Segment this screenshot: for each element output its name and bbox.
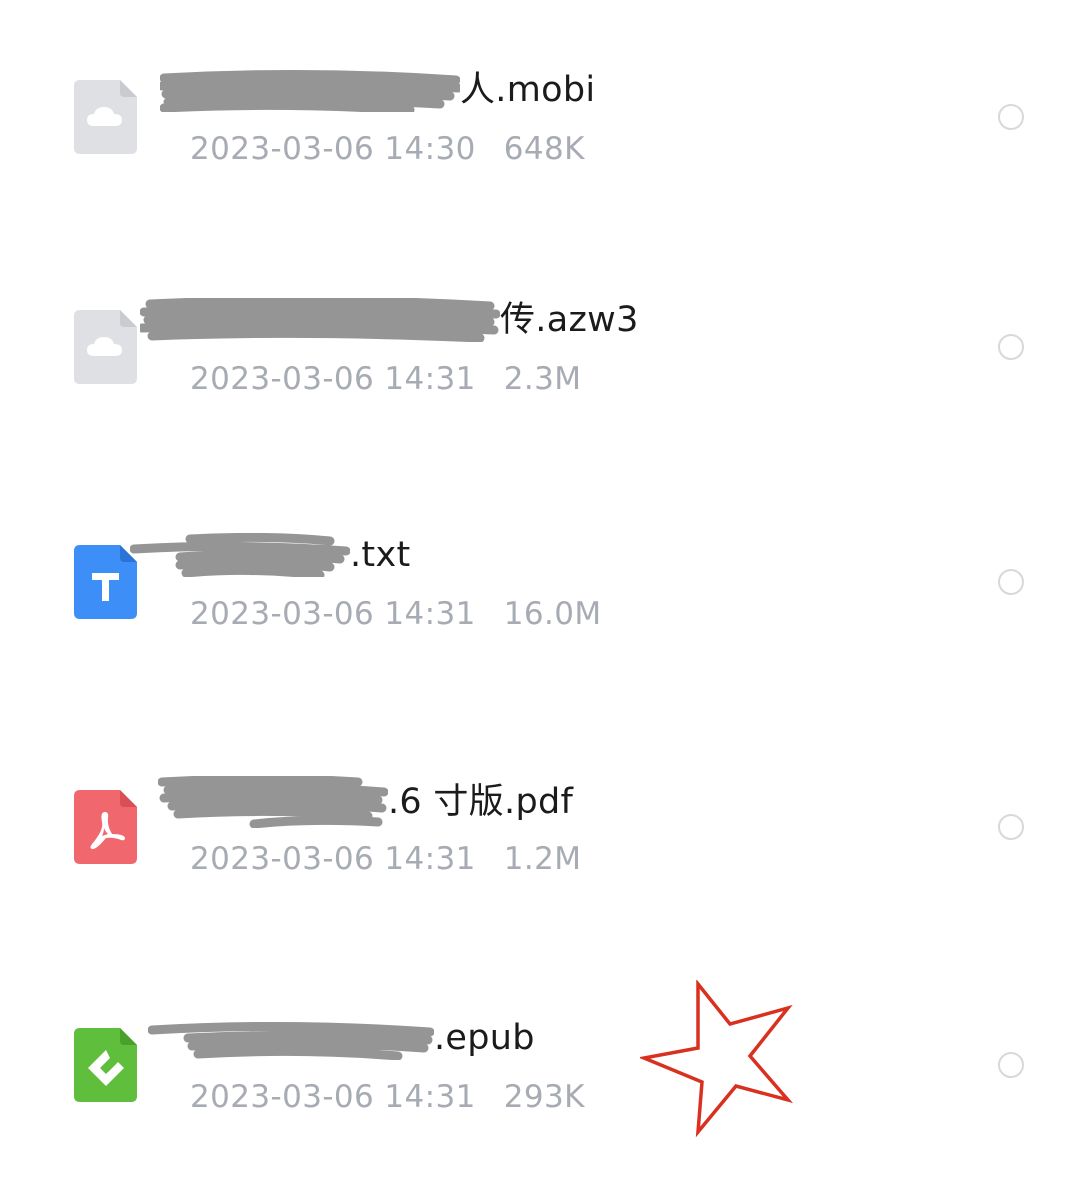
file-size: 16.0M: [503, 596, 602, 632]
file-row[interactable]: 人.mobi 2023-03-06 14:30 648K: [0, 50, 1080, 190]
file-date: 2023-03-06 14:31: [190, 596, 476, 632]
pdf-file-icon: [74, 790, 137, 864]
file-name-text: .6 寸版.pdf: [388, 782, 574, 822]
file-size: 293K: [503, 1079, 585, 1115]
file-name-text: .epub: [434, 1017, 535, 1058]
file-list: 人.mobi 2023-03-06 14:30 648K 传.azw3 2023-…: [0, 0, 1080, 1179]
file-name: .txt: [130, 531, 411, 577]
cloud-file-icon: [74, 80, 137, 154]
file-date: 2023-03-06 14:31: [190, 841, 476, 877]
file-name: 传.azw3: [140, 296, 639, 342]
file-meta: 2023-03-06 14:31 1.2M: [190, 840, 581, 878]
file-name-text: 人.mobi: [460, 69, 596, 110]
select-radio[interactable]: [998, 334, 1024, 360]
file-meta: 2023-03-06 14:31 16.0M: [190, 595, 602, 633]
redaction-scribble: [148, 1016, 434, 1060]
file-size: 2.3M: [503, 361, 582, 397]
file-name-text: 传.azw3: [500, 299, 639, 340]
txt-file-icon: [74, 545, 137, 619]
cloud-file-icon: [74, 310, 137, 384]
file-name: .epub: [148, 1014, 535, 1060]
star-annotation-icon: [640, 980, 795, 1140]
file-row[interactable]: .6 寸版.pdf 2023-03-06 14:31 1.2M: [0, 760, 1080, 900]
file-name: .6 寸版.pdf: [158, 776, 573, 828]
select-radio[interactable]: [998, 569, 1024, 595]
redaction-scribble: [158, 776, 388, 828]
file-meta: 2023-03-06 14:31 2.3M: [190, 360, 581, 398]
file-name: 人.mobi: [160, 66, 595, 112]
file-date: 2023-03-06 14:31: [190, 361, 476, 397]
file-date: 2023-03-06 14:31: [190, 1079, 476, 1115]
file-meta: 2023-03-06 14:31 293K: [190, 1078, 585, 1116]
file-date: 2023-03-06 14:30: [190, 131, 476, 167]
file-size: 648K: [503, 131, 585, 167]
redaction-scribble: [140, 297, 500, 342]
epub-file-icon: [74, 1028, 137, 1102]
file-size: 1.2M: [503, 841, 582, 877]
file-row[interactable]: .epub 2023-03-06 14:31 293K: [0, 998, 1080, 1138]
select-radio[interactable]: [998, 1052, 1024, 1078]
select-radio[interactable]: [998, 814, 1024, 840]
file-row[interactable]: .txt 2023-03-06 14:31 16.0M: [0, 515, 1080, 655]
select-radio[interactable]: [998, 104, 1024, 130]
redaction-scribble: [130, 532, 350, 577]
file-name-text: .txt: [350, 534, 411, 575]
file-row[interactable]: 传.azw3 2023-03-06 14:31 2.3M: [0, 280, 1080, 420]
file-meta: 2023-03-06 14:30 648K: [190, 130, 585, 168]
redaction-scribble: [160, 68, 460, 112]
